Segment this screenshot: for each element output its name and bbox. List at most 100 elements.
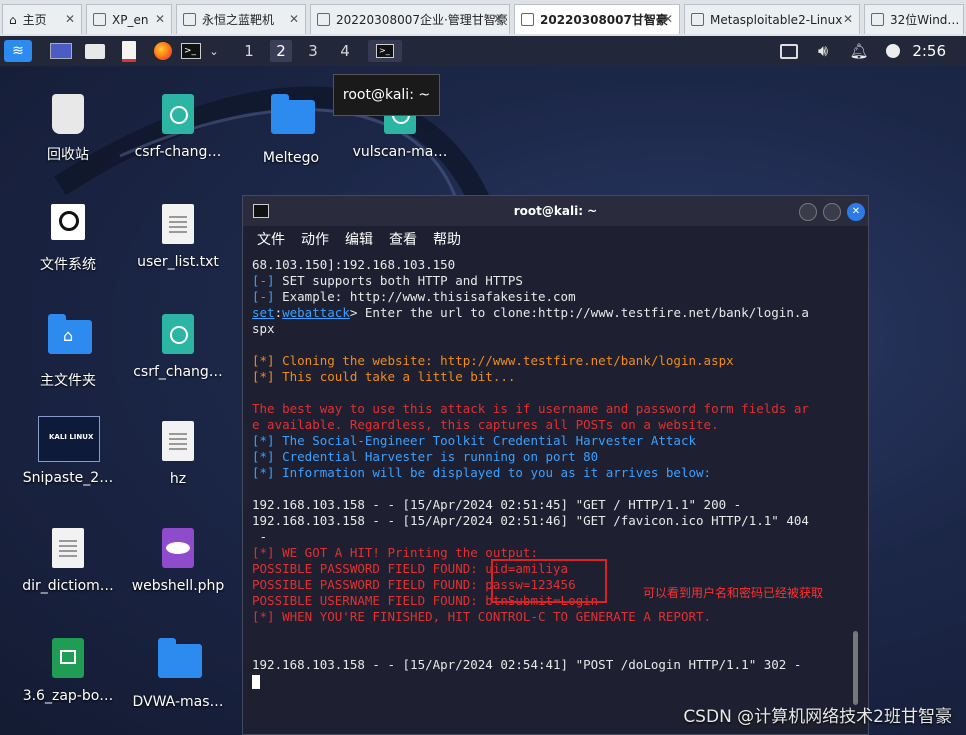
firefox-button[interactable] <box>150 40 176 62</box>
terminal-launcher-button[interactable]: >_ <box>180 40 202 62</box>
tab-label: 32位Wind… <box>890 13 960 27</box>
desktop-icon-dvwa[interactable]: DVWA-mas… <box>123 638 233 710</box>
minimize-button[interactable] <box>799 203 817 221</box>
panel-clock: 2:56 <box>912 42 946 60</box>
terminal-text: Example: http://www.thisisafakesite.com <box>274 289 576 304</box>
desktop-icon-trash[interactable]: 回收站 <box>13 94 123 164</box>
maximize-button[interactable] <box>823 203 841 221</box>
desktop-icon-meltego[interactable]: Meltego <box>236 94 346 166</box>
desktop-icon-dir-dictionary[interactable]: dir_dictiom… <box>13 528 123 594</box>
desktop-icon-zap-report[interactable]: 3.6_zap-bo… <box>13 638 123 704</box>
tab-label: 主页 <box>22 13 47 27</box>
close-icon[interactable]: ✕ <box>289 12 299 26</box>
terminal-line: 192.168.103.158 - - [15/Apr/2024 02:51:4… <box>252 497 848 513</box>
terminal-line: [*] Information will be displayed to you… <box>252 465 848 481</box>
vm-icon <box>183 13 196 26</box>
tab-label: XP_en <box>112 12 149 27</box>
close-icon[interactable]: ✕ <box>65 12 75 26</box>
workspace-4[interactable]: 4 <box>334 40 356 62</box>
tab-active-vm[interactable]: 20220308007甘智豪 ✕ <box>514 4 680 34</box>
kali-menu-button[interactable]: ≋ <box>4 40 32 62</box>
close-icon: ✕ <box>851 206 861 217</box>
terminal-text: spx <box>252 321 275 336</box>
chevron-down-icon: ⌄ <box>209 44 219 58</box>
files-icon <box>85 43 105 59</box>
terminal-scrollbar[interactable] <box>853 631 858 705</box>
desktop-icon-csrf-change-1[interactable]: csrf-chang… <box>123 94 233 160</box>
terminal-line: The best way to use this attack is if us… <box>252 401 848 417</box>
terminal-prompt-line[interactable] <box>252 673 848 689</box>
terminal-titlebar[interactable]: root@kali: ~ ✕ <box>243 196 868 226</box>
terminal-text: The best way to use this attack is if us… <box>252 401 809 416</box>
workspace-3[interactable]: 3 <box>302 40 324 62</box>
tab-32bit-windows[interactable]: 32位Wind… <box>864 4 964 34</box>
desktop-icon-label: vulscan-ma… <box>352 144 448 160</box>
taskbar-terminal-window[interactable]: >_ <box>368 40 402 62</box>
terminal-output[interactable]: 68.103.150]:192.168.103.150 [-] SET suppo… <box>252 257 848 727</box>
terminal-window[interactable]: root@kali: ~ ✕ 文件 动作 编辑 查看 帮助 68.103.150… <box>242 195 869 735</box>
menu-edit[interactable]: 编辑 <box>345 229 373 249</box>
terminal-text: 192.168.103.158 - - [15/Apr/2024 02:51:4… <box>252 513 809 528</box>
file-manager-button[interactable] <box>82 40 108 62</box>
desktop-icon-label: webshell.php <box>131 578 225 594</box>
terminal-text: [-] <box>252 289 275 304</box>
vm-icon <box>691 13 704 26</box>
credentials-annotation: 可以看到用户名和密码已经被获取 <box>643 586 824 600</box>
terminal-line: [*] This could take a little bit... <box>252 369 848 385</box>
vm-icon <box>93 13 106 26</box>
workspace-1[interactable]: 1 <box>238 40 260 62</box>
menu-file[interactable]: 文件 <box>257 229 285 249</box>
desktop-icon-csrf-change-2[interactable]: csrf_chang… <box>123 314 233 380</box>
terminal-line: 192.168.103.158 - - [15/Apr/2024 02:54:4… <box>252 657 848 673</box>
desktop-icon-user-list[interactable]: user_list.txt <box>123 204 233 270</box>
terminal-text: [*] This could take a little bit... <box>252 369 516 384</box>
desktop-icon-label: user_list.txt <box>137 254 219 270</box>
terminal-menubar: 文件 动作 编辑 查看 帮助 <box>243 226 868 252</box>
tab-home[interactable]: ⌂ 主页 ✕ <box>2 4 82 34</box>
terminal-line: e available. Regardless, this captures a… <box>252 417 848 433</box>
terminal-text: [*] Cloning the website: http://www.test… <box>252 353 734 368</box>
terminal-line: spx <box>252 321 848 337</box>
credentials-highlight-box <box>491 559 607 603</box>
close-icon[interactable]: ✕ <box>663 12 673 26</box>
desktop-icon-label: hz <box>169 471 187 487</box>
desktop-icon-hz[interactable]: hz <box>123 421 233 487</box>
desktop-icon-label: csrf-chang… <box>134 144 222 160</box>
launcher-dropdown[interactable]: ⌄ <box>206 40 222 62</box>
terminal-text: - <box>252 529 268 544</box>
volume-control[interactable]: 🔊︎ <box>812 40 834 62</box>
tab-metasploitable2[interactable]: Metasploitable2-Linux ✕ <box>684 4 860 34</box>
desktop-icon-filesystem[interactable]: 文件系统 <box>13 204 123 274</box>
power-indicator[interactable] <box>882 40 904 62</box>
tab-eternalblue-target[interactable]: 永恒之蓝靶机 ✕ <box>176 4 306 34</box>
desktop-icon-label: dir_dictiom… <box>22 578 114 594</box>
menu-help[interactable]: 帮助 <box>433 229 461 249</box>
close-icon[interactable]: ✕ <box>493 12 503 26</box>
text-editor-button[interactable] <box>116 40 142 62</box>
menu-view[interactable]: 查看 <box>389 229 417 249</box>
show-desktop-button[interactable] <box>48 40 74 62</box>
terminal-text: [*] WHEN YOU'RE FINISHED, HIT CONTROL-C … <box>252 609 712 624</box>
terminal-line: 192.168.103.158 - - [15/Apr/2024 02:51:4… <box>252 513 848 529</box>
tab-xp-en[interactable]: XP_en ✕ <box>86 4 172 34</box>
close-button[interactable]: ✕ <box>847 203 865 221</box>
close-icon[interactable]: ✕ <box>843 12 853 26</box>
desktop-icon-home-folder[interactable]: ⌂ 主文件夹 <box>13 314 123 390</box>
tab-enterprise-management[interactable]: 20220308007企业·管理甘智豪 ✕ <box>310 4 510 34</box>
desktop-icon-snipaste[interactable]: KALI LINUX Snipaste_2… <box>13 416 123 486</box>
php-file-icon <box>158 528 198 572</box>
workspace-2[interactable]: 2 <box>270 40 292 62</box>
monitor-icon <box>780 43 798 59</box>
desktop-icon-webshell[interactable]: webshell.php <box>123 528 233 594</box>
terminal-text: 192.168.103.158 - - [15/Apr/2024 02:51:4… <box>252 497 742 512</box>
trash-icon <box>48 94 88 138</box>
tab-label: Metasploitable2-Linux <box>710 12 843 27</box>
close-icon[interactable]: ✕ <box>155 12 165 26</box>
network-status[interactable] <box>778 40 800 62</box>
desktop-icon-label: DVWA-mas… <box>132 694 224 710</box>
notifications-button[interactable]: 🔔︎ <box>848 40 870 62</box>
terminal-cursor <box>252 674 260 689</box>
terminal-line: [*] The Social-Engineer Toolkit Credenti… <box>252 433 848 449</box>
menu-action[interactable]: 动作 <box>301 229 329 249</box>
desktop-icon-label: 文件系统 <box>40 257 96 273</box>
